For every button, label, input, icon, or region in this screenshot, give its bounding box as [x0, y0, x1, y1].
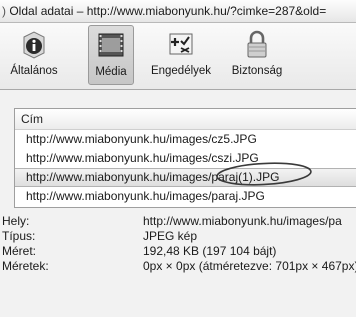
tab-security-label: Biztonság: [231, 65, 283, 77]
tab-general[interactable]: Általános: [2, 25, 66, 85]
detail-value-type: JPEG kép: [143, 229, 198, 243]
detail-label: Hely:: [2, 214, 30, 228]
tab-security[interactable]: Biztonság: [222, 25, 292, 85]
list-item[interactable]: http://www.miabonyunk.hu/images/cszi.JPG: [15, 149, 356, 168]
window-title: Oldal adatai – http://www.miabonyunk.hu/…: [9, 4, 327, 18]
detail-row-size: Méret: 192,48 KB (197 104 bájt): [0, 244, 356, 259]
window-titlebar: ) Oldal adatai – http://www.miabonyunk.h…: [0, 0, 356, 23]
info-icon: [23, 31, 45, 59]
list-item-selected[interactable]: http://www.miabonyunk.hu/images/paraj(1)…: [15, 168, 356, 187]
tab-general-label: Általános: [10, 65, 58, 77]
detail-label: Méret:: [2, 244, 37, 258]
media-details: Hely: http://www.miabonyunk.hu/images/pa…: [0, 214, 356, 274]
list-item[interactable]: http://www.miabonyunk.hu/images/cz5.JPG: [15, 130, 356, 149]
media-list[interactable]: Cím http://www.miabonyunk.hu/images/cz5.…: [14, 108, 356, 208]
window-icon: ): [2, 4, 6, 18]
media-icon: [98, 33, 124, 57]
detail-value-dimensions: 0px × 0px (átméretezve: 701px × 467px): [143, 259, 356, 273]
detail-label: Típus:: [2, 229, 36, 243]
permissions-icon: [169, 33, 193, 55]
lock-icon: [247, 30, 267, 58]
detail-row-type: Típus: JPEG kép: [0, 229, 356, 244]
tab-media-label: Média: [95, 66, 127, 78]
detail-row-location: Hely: http://www.miabonyunk.hu/images/pa: [0, 214, 356, 229]
page-info-toolbar: Általános Média Engedélyek Biztonság: [0, 23, 356, 90]
detail-value-location: http://www.miabonyunk.hu/images/pa: [143, 214, 342, 228]
tab-media[interactable]: Média: [88, 25, 134, 85]
column-header-address[interactable]: Cím: [15, 109, 356, 130]
detail-label: Méretek:: [2, 259, 49, 273]
detail-value-size: 192,48 KB (197 104 bájt): [143, 244, 277, 258]
tab-permissions[interactable]: Engedélyek: [146, 25, 216, 85]
tab-permissions-label: Engedélyek: [150, 65, 212, 77]
list-item[interactable]: http://www.miabonyunk.hu/images/paraj.JP…: [15, 187, 356, 206]
detail-row-dimensions: Méretek: 0px × 0px (átméretezve: 701px ×…: [0, 259, 356, 274]
